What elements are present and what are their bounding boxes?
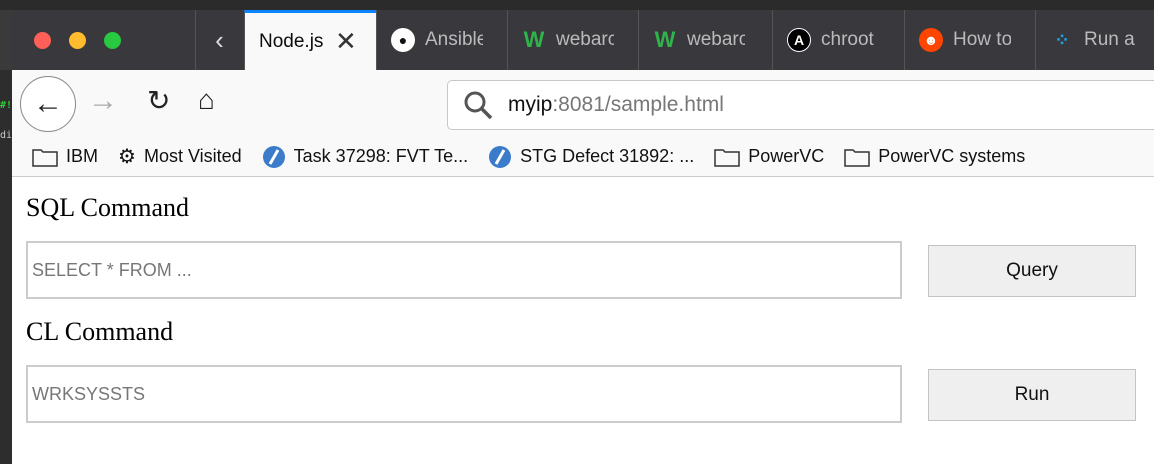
url-bar[interactable]: myip:8081/sample.html — [447, 80, 1154, 130]
bookmark-ibm[interactable]: IBM — [32, 146, 98, 167]
rtc-icon — [262, 145, 286, 169]
close-tab-icon[interactable]: ✕ — [335, 26, 357, 57]
webarc-icon: W — [523, 27, 545, 52]
sql-command-input[interactable] — [32, 259, 900, 281]
bookmark-task-37298[interactable]: Task 37298: FVT Te... — [262, 145, 468, 169]
tab-webarc-2[interactable]: W webarc — [638, 10, 772, 70]
forward-button[interactable]: → — [88, 84, 118, 118]
webarc-icon: W — [654, 27, 676, 52]
terminal-text-green: #! — [0, 100, 13, 111]
bookmark-label: PowerVC systems — [878, 146, 1026, 166]
github-icon: ● — [391, 28, 415, 52]
tab-label: webarc — [687, 29, 745, 50]
tab-label: webarc — [556, 29, 614, 50]
terminal-text: di — [0, 130, 13, 141]
tab-how-to[interactable]: ☻ How to — [904, 10, 1035, 70]
cl-command-field[interactable] — [26, 365, 902, 423]
bookmark-label: PowerVC — [748, 146, 825, 166]
tab-bar: ‹ Node.js ✕ ● Ansible W webarc W webarc … — [12, 10, 1154, 70]
zoom-window-button[interactable] — [104, 32, 121, 49]
bookmark-label: STG Defect 31892: ... — [520, 146, 695, 166]
bookmark-most-visited[interactable]: ⚙ Most Visited — [118, 144, 242, 169]
arrow-right-icon: → — [88, 84, 118, 117]
tab-chroot[interactable]: A chroot — [772, 10, 904, 70]
folder-icon — [714, 147, 740, 167]
folder-icon — [844, 147, 870, 167]
browser-window: ‹ Node.js ✕ ● Ansible W webarc W webarc … — [12, 10, 1154, 464]
minimize-window-button[interactable] — [69, 32, 86, 49]
arrow-left-icon: ← — [33, 87, 63, 120]
url-host: myip — [508, 93, 553, 116]
chevron-left-icon: ‹ — [215, 24, 224, 55]
url-path: :8081/sample.html — [552, 93, 724, 116]
tab-label: Ansible — [425, 29, 483, 50]
bookmark-stg-defect[interactable]: STG Defect 31892: ... — [488, 145, 694, 169]
rtc-icon — [488, 145, 512, 169]
tab-scroll-left-button[interactable]: ‹ — [195, 10, 243, 70]
bookmark-label: Task 37298: FVT Te... — [293, 146, 469, 166]
page-content: SQL Command Query CL Command Run — [12, 177, 1154, 464]
background-terminal: #! di — [0, 70, 12, 464]
bookmark-label: Most Visited — [143, 146, 242, 166]
folder-icon — [32, 147, 58, 167]
reddit-icon: ☻ — [919, 28, 943, 52]
home-icon: ⌂ — [198, 84, 215, 115]
tab-label: Node.js — [259, 30, 324, 52]
close-window-button[interactable] — [34, 32, 51, 49]
bookmark-powervc[interactable]: PowerVC — [714, 146, 824, 167]
ansible-icon: A — [787, 28, 811, 52]
cl-command-label: CL Command — [26, 317, 174, 346]
cl-command-input[interactable] — [32, 383, 900, 405]
tab-ansible[interactable]: ● Ansible — [376, 10, 507, 70]
home-button[interactable]: ⌂ — [198, 84, 215, 116]
dots-icon: ⁘ — [1054, 29, 1070, 50]
reload-button[interactable]: ↻ — [147, 84, 170, 117]
reload-icon: ↻ — [147, 85, 171, 116]
search-icon — [464, 91, 493, 120]
back-button[interactable]: ← — [20, 76, 76, 132]
tab-webarc-1[interactable]: W webarc — [507, 10, 638, 70]
run-button[interactable]: Run — [928, 369, 1136, 421]
query-button[interactable]: Query — [928, 245, 1136, 297]
navigation-toolbar: ← → ↻ ⌂ myip:8081/sample.html — [12, 70, 1154, 137]
desktop-background — [0, 0, 1154, 10]
gear-icon: ⚙ — [118, 146, 136, 168]
tab-label: chroot — [821, 29, 874, 50]
sql-command-field[interactable] — [26, 241, 902, 299]
tab-label: Run a — [1084, 29, 1135, 50]
bookmark-label: IBM — [66, 146, 99, 166]
bookmarks-toolbar: IBM ⚙ Most Visited Task 37298: FVT Te...… — [12, 137, 1154, 177]
tab-label: How to — [953, 29, 1011, 50]
tab-run-a[interactable]: ⁘ Run a — [1035, 10, 1154, 70]
sql-command-label: SQL Command — [26, 193, 189, 222]
tab-nodejs[interactable]: Node.js ✕ — [244, 10, 376, 70]
bookmark-powervc-systems[interactable]: PowerVC systems — [844, 146, 1025, 167]
